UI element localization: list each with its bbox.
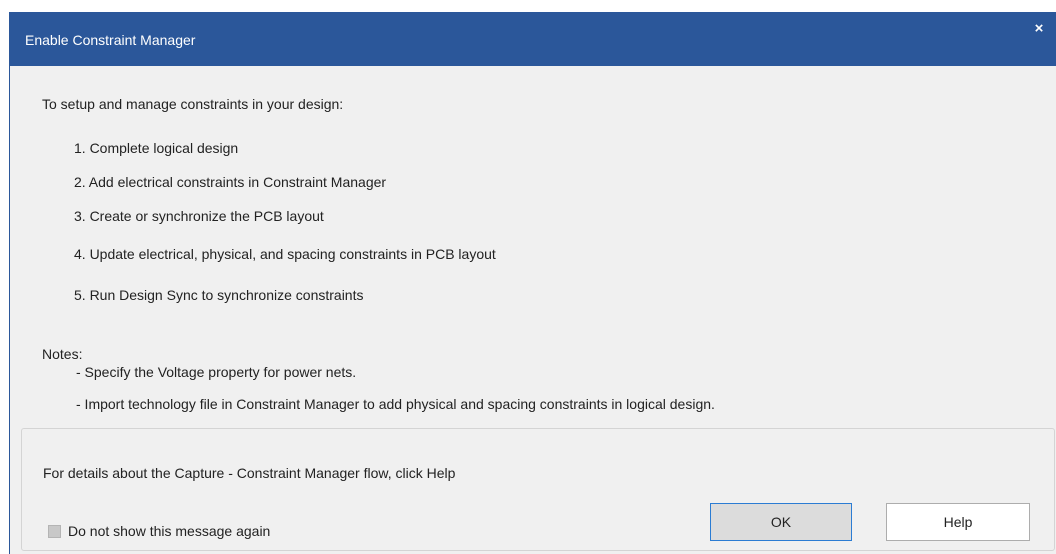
dont-show-again-checkbox[interactable]: Do not show this message again (48, 523, 270, 539)
close-icon[interactable]: × (1028, 18, 1050, 40)
footer-panel: For details about the Capture - Constrai… (21, 428, 1055, 551)
checkbox-label[interactable]: Do not show this message again (68, 523, 270, 539)
step-item: 3. Create or synchronize the PCB layout (74, 208, 324, 224)
step-item: 4. Update electrical, physical, and spac… (74, 246, 496, 262)
notes-heading: Notes: (42, 346, 83, 362)
checkbox-box[interactable] (48, 524, 61, 538)
step-item: 1. Complete logical design (74, 140, 239, 156)
ok-button[interactable]: OK (710, 503, 852, 541)
intro-text: To setup and manage constraints in your … (42, 96, 344, 112)
help-button[interactable]: Help (886, 503, 1030, 541)
note-item: - Specify the Voltage property for power… (76, 364, 357, 380)
note-item: - Import technology file in Constraint M… (76, 396, 715, 412)
window-title: Enable Constraint Manager (25, 32, 196, 48)
title-bar[interactable]: Enable Constraint Manager × (10, 12, 1056, 66)
step-item: 2. Add electrical constraints in Constra… (74, 174, 387, 190)
step-item: 5. Run Design Sync to synchronize constr… (74, 287, 364, 303)
help-info-text: For details about the Capture - Constrai… (43, 465, 456, 481)
dialog-window: Enable Constraint Manager × To setup and… (9, 12, 1056, 554)
